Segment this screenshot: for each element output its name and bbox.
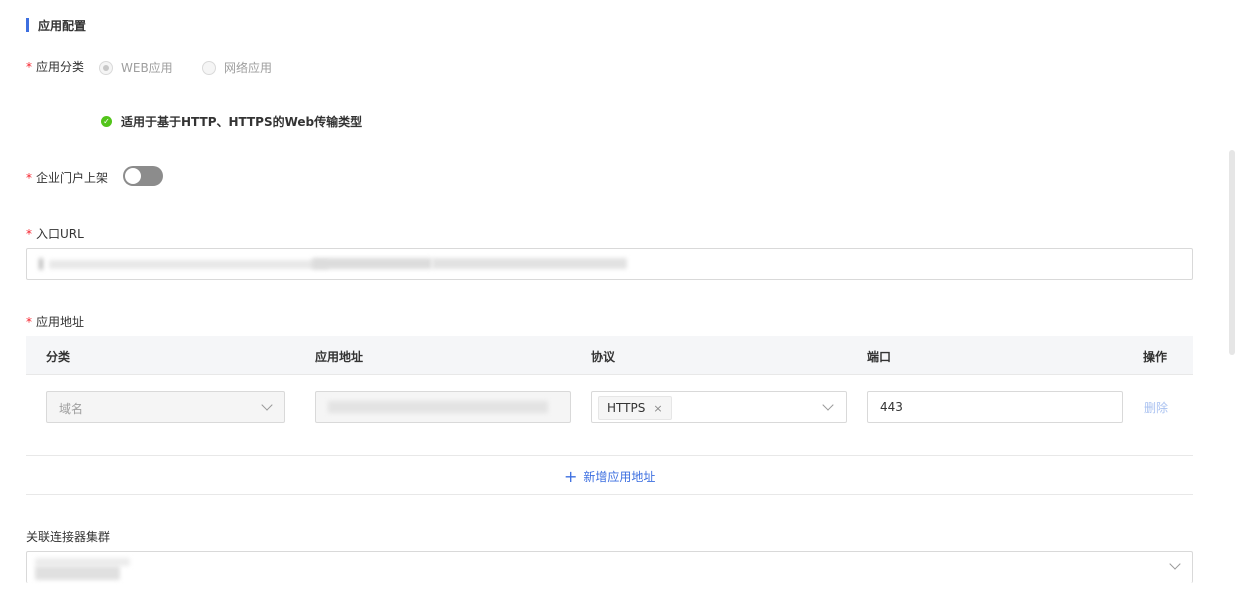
- section-title: 应用配置: [26, 18, 87, 33]
- address-input[interactable]: [315, 391, 571, 423]
- table-header: 分类 应用地址 协议 端口 操作: [26, 336, 1193, 375]
- add-address-button[interactable]: + 新增应用地址: [564, 468, 655, 485]
- col-port: 端口: [867, 350, 892, 364]
- col-address: 应用地址: [315, 350, 364, 364]
- delete-button[interactable]: 删除: [1144, 399, 1168, 416]
- portal-label: * 企业门户上架: [26, 171, 109, 185]
- app-address-label: * 应用地址: [26, 315, 85, 329]
- section-title-text: 应用配置: [38, 18, 87, 33]
- redacted-text: [432, 258, 627, 269]
- col-protocol: 协议: [591, 350, 616, 364]
- chevron-down-icon: [1169, 558, 1181, 570]
- radio-unchecked-icon: [202, 60, 216, 75]
- divider: [26, 494, 1193, 495]
- radio-checked-icon: [99, 60, 113, 75]
- redacted-text: [39, 258, 43, 270]
- app-category-label: * 应用分类: [26, 60, 85, 74]
- col-category: 分类: [46, 350, 71, 364]
- protocol-select[interactable]: HTTPS ×: [591, 391, 847, 423]
- toggle-knob: [125, 168, 141, 184]
- close-icon[interactable]: ×: [653, 402, 662, 415]
- redacted-text: [312, 258, 432, 269]
- radio-web-app[interactable]: WEB应用: [99, 59, 173, 76]
- plus-icon: +: [564, 466, 578, 486]
- portal-toggle[interactable]: [123, 166, 163, 186]
- redacted-text: [35, 558, 130, 566]
- col-action: 操作: [1143, 350, 1168, 364]
- entry-url-label: * 入口URL: [26, 227, 84, 241]
- category-select[interactable]: 域名: [46, 391, 285, 423]
- redacted-text: [49, 260, 329, 269]
- redacted-text: [328, 401, 548, 413]
- connector-cluster-label: 关联连接器集群: [26, 530, 111, 544]
- section-accent-bar: [26, 18, 29, 32]
- app-category-tip: ✓ 适用于基于HTTP、HTTPS的Web传输类型: [101, 113, 362, 130]
- connector-cluster-select[interactable]: [26, 551, 1193, 583]
- chevron-down-icon: [261, 399, 273, 411]
- redacted-text: [35, 566, 120, 580]
- chevron-down-icon: [822, 399, 834, 411]
- divider: [26, 455, 1193, 456]
- radio-network-app[interactable]: 网络应用: [202, 59, 272, 76]
- check-circle-icon: ✓: [101, 116, 112, 127]
- scrollbar[interactable]: [1229, 150, 1235, 355]
- port-input[interactable]: 443: [867, 391, 1123, 423]
- protocol-tag: HTTPS ×: [598, 396, 672, 420]
- entry-url-input[interactable]: [26, 248, 1193, 280]
